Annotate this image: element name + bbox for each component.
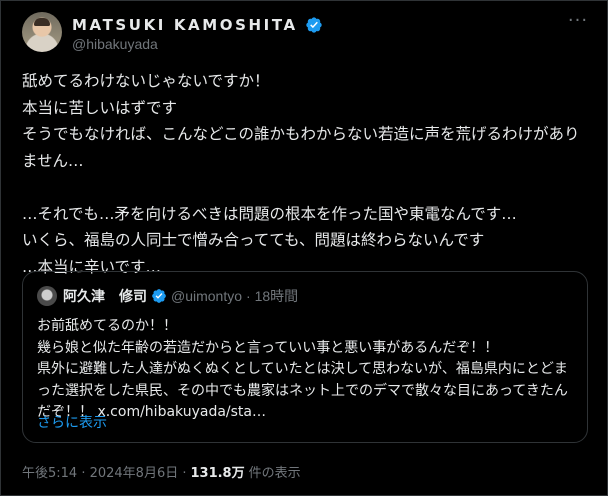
quote-text: お前舐めてるのか！！ 幾ら娘と似た年齢の若造だからと言っていい事と悪い事があるん… bbox=[37, 318, 568, 420]
quote-display-name[interactable]: 阿久津 修司 bbox=[63, 286, 147, 306]
avatar[interactable] bbox=[22, 12, 62, 52]
verified-badge-icon bbox=[306, 16, 322, 33]
post-header: MATSUKI KAMOSHITA @hibakuyada ··· bbox=[22, 12, 594, 56]
quote-header: 阿久津 修司 @uimontyo · 18時間 bbox=[63, 286, 298, 306]
views-count: 131.8万 bbox=[190, 466, 245, 481]
author-handle[interactable]: @hibakuyada bbox=[72, 36, 323, 52]
more-options-icon[interactable]: ··· bbox=[566, 12, 590, 36]
author-names: MATSUKI KAMOSHITA @hibakuyada bbox=[72, 14, 323, 52]
show-more-link[interactable]: さらに表示 bbox=[37, 412, 107, 432]
display-name[interactable]: MATSUKI KAMOSHITA bbox=[72, 16, 298, 34]
quote-verified-badge-icon bbox=[152, 289, 166, 303]
post-timestamp[interactable]: 午後5:14 · 2024年8月6日 · bbox=[22, 462, 186, 481]
quote-handle[interactable]: @uimontyo bbox=[171, 288, 242, 304]
post-meta: 午後5:14 · 2024年8月6日 · 131.8万 件の表示 bbox=[22, 462, 301, 481]
views-label: 件の表示 bbox=[248, 466, 301, 481]
tweet-text: 舐めてるわけないじゃないですか！ 本当に苦しいはずです そうでもなければ、こんな… bbox=[22, 72, 580, 276]
quote-time[interactable]: · 18時間 bbox=[246, 286, 298, 306]
quote-avatar[interactable] bbox=[37, 286, 57, 306]
quoted-post[interactable]: 阿久津 修司 @uimontyo · 18時間 お前舐めてるのか！！ 幾ら娘と似… bbox=[22, 271, 588, 443]
